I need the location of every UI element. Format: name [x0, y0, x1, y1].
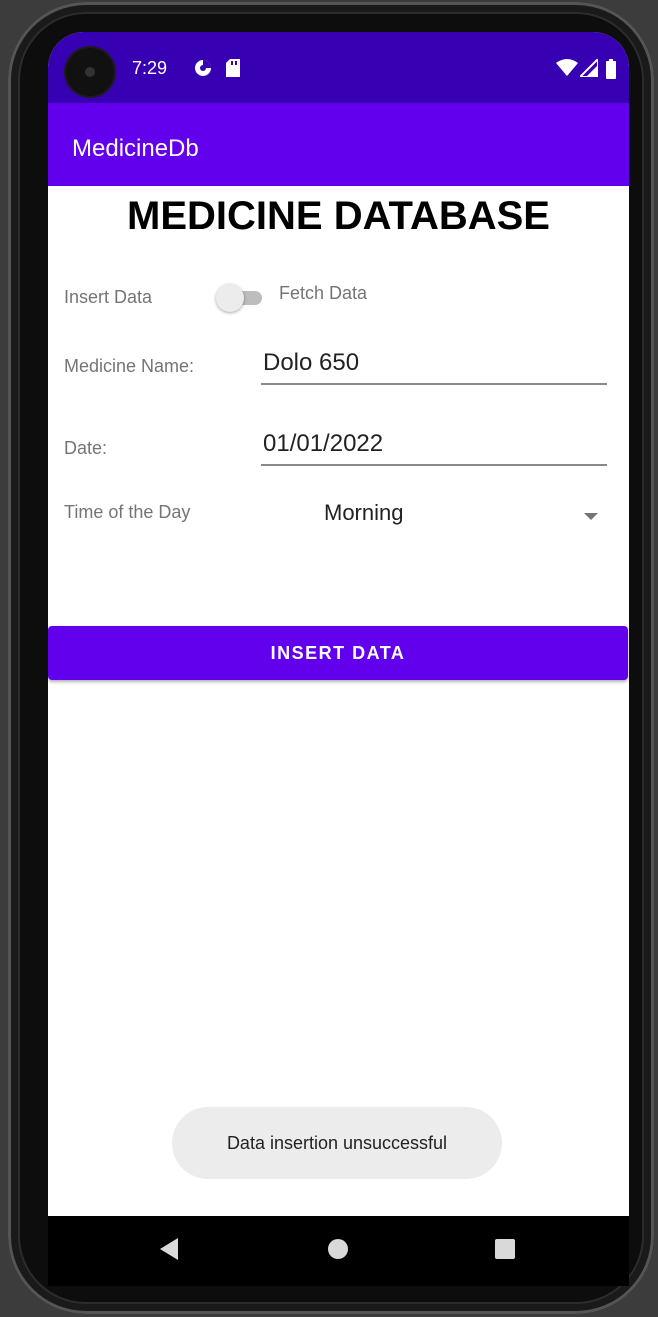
status-bar: 7:29 [48, 32, 629, 103]
status-time: 7:29 [132, 58, 168, 78]
toast-message: Data insertion unsuccessful [172, 1107, 502, 1179]
back-icon[interactable] [160, 1238, 180, 1264]
app-title: MedicineDb [72, 135, 199, 162]
dropdown-arrow-icon [584, 506, 598, 525]
battery-icon [606, 59, 616, 83]
data-saver-icon [194, 59, 212, 81]
date-label: Date: [64, 438, 108, 458]
medicine-name-label: Medicine Name: [64, 356, 195, 376]
time-of-day-spinner[interactable]: Morning [318, 494, 608, 534]
signal-icon [577, 56, 599, 81]
navigation-bar [48, 1216, 629, 1286]
time-of-day-label: Time of the Day [64, 502, 191, 522]
date-field [261, 426, 607, 466]
date-input[interactable] [261, 426, 605, 462]
medicine-name-input[interactable] [261, 345, 605, 381]
wifi-icon [556, 59, 578, 81]
home-icon[interactable] [327, 1238, 349, 1264]
insert-data-label: Insert Data [64, 287, 153, 307]
switch-thumb [216, 284, 244, 312]
fetch-data-label: Fetch Data [279, 283, 368, 303]
app-screen: 7:29 MedicineDb MEDICINE DATABASE Insert… [48, 32, 629, 1216]
sd-card-icon [226, 59, 240, 81]
medicine-name-field [261, 345, 607, 385]
mode-switch[interactable] [216, 282, 264, 312]
front-camera [66, 48, 114, 96]
time-of-day-value: Morning [324, 500, 404, 525]
recents-icon[interactable] [494, 1238, 516, 1264]
insert-data-button[interactable]: INSERT DATA [48, 626, 628, 680]
page-title: MEDICINE DATABASE [127, 194, 550, 238]
app-bar: MedicineDb [48, 103, 629, 186]
